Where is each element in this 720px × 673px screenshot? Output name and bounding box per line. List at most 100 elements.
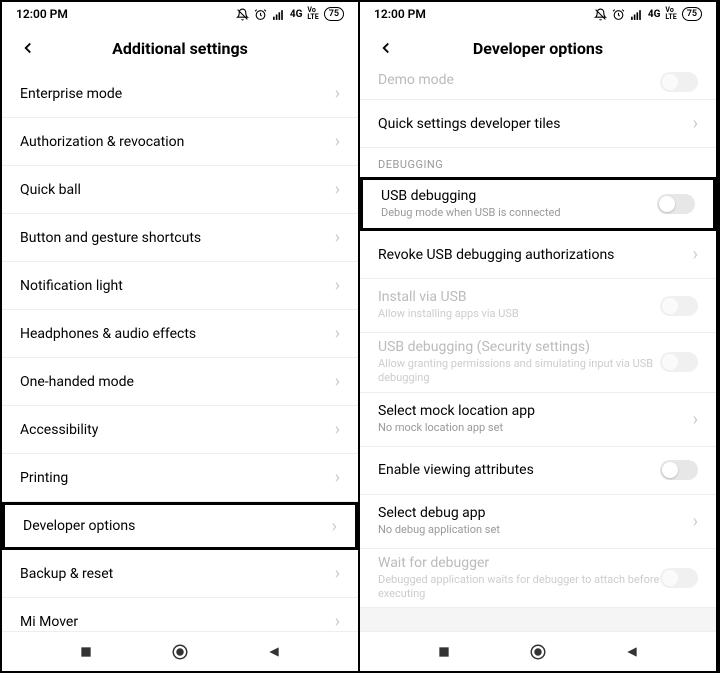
nav-home[interactable] — [528, 642, 548, 662]
back-button[interactable] — [374, 36, 398, 60]
signal-icon — [630, 8, 643, 21]
list-item-label: Headphones & audio effects — [20, 326, 196, 342]
nav-back[interactable] — [622, 642, 642, 662]
list-item-label: Select mock location app — [378, 403, 535, 419]
chevron-right-icon: › — [327, 563, 340, 584]
list-item-sublabel: Allow granting permissions and simulatin… — [378, 357, 660, 386]
section-header: DEBUGGING — [360, 148, 716, 177]
list-item[interactable]: Quick settings developer tiles › — [360, 100, 716, 148]
list-item[interactable]: USB debugging Debug mode when USB is conn… — [360, 177, 716, 231]
list-item: Demo mode — [360, 70, 716, 100]
network-label: 4G — [290, 9, 303, 20]
volte-label: VoLTE — [665, 7, 676, 21]
list-item[interactable]: Backup & reset › — [2, 550, 358, 598]
page-title: Additional settings — [2, 39, 358, 58]
list-item[interactable]: Notification light › — [2, 262, 358, 310]
battery-icon: 75 — [324, 7, 344, 21]
chevron-right-icon: › — [327, 323, 340, 344]
list-item: Wait for debugger Debugged application wa… — [360, 549, 716, 609]
toggle-switch — [660, 352, 698, 372]
list-item-label: Notification light — [20, 278, 123, 294]
list-item[interactable]: Quick ball› — [2, 166, 358, 214]
list-item-label: Enable viewing attributes — [378, 462, 534, 478]
status-bar: 12:00 PM 4G VoLTE 75 — [2, 2, 358, 26]
list-item-label: Quick settings developer tiles — [378, 116, 560, 132]
list-item-sublabel: Debugged application waits for debugger … — [378, 573, 660, 602]
chevron-right-icon: › — [327, 83, 340, 104]
list-item-label: USB debugging — [381, 188, 561, 204]
status-time: 12:00 PM — [374, 7, 426, 21]
settings-list: Demo mode Quick settings developer tiles ›… — [360, 70, 716, 631]
toggle-switch — [660, 296, 698, 316]
list-item-label: Backup & reset — [20, 566, 113, 582]
list-item-label: Select debug app — [378, 505, 500, 521]
list-item[interactable]: Mi Mover › — [2, 598, 358, 631]
chevron-right-icon: › — [327, 419, 340, 440]
list-item: Install via USBAllow installing apps via… — [360, 279, 716, 333]
list-item-sublabel: No mock location app set — [378, 421, 535, 435]
nav-bar — [360, 631, 716, 671]
list-item-label: USB debugging (Security settings) — [378, 339, 660, 355]
phone-right: 12:00 PM 4G VoLTE 75 Developer options D… — [360, 2, 718, 671]
list-item-sublabel: No debug application set — [378, 523, 500, 537]
list-item[interactable]: Button and gesture shortcuts› — [2, 214, 358, 262]
status-time: 12:00 PM — [16, 7, 68, 21]
chevron-right-icon: › — [327, 467, 340, 488]
list-item-label: Wait for debugger — [378, 555, 660, 571]
list-item[interactable]: Enable viewing attributes — [360, 447, 716, 495]
status-icons: 4G VoLTE 75 — [594, 7, 702, 21]
list-item[interactable]: Printing › — [2, 454, 358, 502]
chevron-right-icon: › — [327, 275, 340, 296]
list-item-sublabel: Debug mode when USB is connected — [381, 206, 561, 220]
list-item-label: Enterprise mode — [20, 86, 122, 102]
chevron-right-icon: › — [685, 511, 698, 532]
chevron-right-icon: › — [327, 371, 340, 392]
toggle-switch — [660, 568, 698, 588]
battery-icon: 75 — [682, 7, 702, 21]
list-item-label: One-handed mode — [20, 374, 134, 390]
toggle-switch[interactable] — [657, 194, 695, 214]
chevron-right-icon: › — [685, 113, 698, 134]
back-button[interactable] — [16, 36, 40, 60]
list-item[interactable]: Developer options › — [2, 502, 358, 550]
list-item[interactable]: Enterprise mode › — [2, 70, 358, 118]
alarm-icon — [254, 8, 267, 21]
list-item-label: Printing — [20, 470, 68, 486]
status-icons: 4G VoLTE 75 — [236, 7, 344, 21]
dnd-icon — [594, 8, 607, 21]
list-item-label: Quick ball — [20, 182, 81, 198]
list-item[interactable]: Accessibility› — [2, 406, 358, 454]
alarm-icon — [612, 8, 625, 21]
nav-recent[interactable] — [76, 642, 96, 662]
chevron-right-icon: › — [685, 244, 698, 265]
chevron-right-icon: › — [685, 409, 698, 430]
toggle-switch[interactable] — [660, 460, 698, 480]
network-label: 4G — [648, 9, 661, 20]
list-item[interactable]: One-handed mode › — [2, 358, 358, 406]
list-item-label: Mi Mover — [20, 614, 78, 630]
signal-icon — [272, 8, 285, 21]
list-item-label: Authorization & revocation — [20, 134, 184, 150]
nav-bar — [2, 631, 358, 671]
list-item[interactable]: Select debug app No debug application set… — [360, 495, 716, 549]
title-bar: Developer options — [360, 26, 716, 70]
toggle-switch — [660, 72, 698, 92]
chevron-right-icon: › — [327, 611, 340, 631]
dnd-icon — [236, 8, 249, 21]
nav-recent[interactable] — [434, 642, 454, 662]
chevron-right-icon: › — [324, 516, 337, 537]
list-item[interactable]: Authorization & revocation› — [2, 118, 358, 166]
nav-back[interactable] — [264, 642, 284, 662]
title-bar: Additional settings — [2, 26, 358, 70]
list-item-label: Developer options — [23, 518, 135, 534]
list-item: USB debugging (Security settings) Allow g… — [360, 333, 716, 393]
page-title: Developer options — [360, 39, 716, 58]
list-item-label: Revoke USB debugging authorizations — [378, 247, 614, 263]
list-item-label: Install via USB — [378, 289, 519, 305]
list-item[interactable]: Revoke USB debugging authorizations › — [360, 231, 716, 279]
list-item[interactable]: Headphones & audio effects › — [2, 310, 358, 358]
list-item-label: Demo mode — [378, 72, 454, 88]
phone-left: 12:00 PM 4G VoLTE 75 Additional settings… — [2, 2, 360, 671]
list-item[interactable]: Select mock location app No mock location… — [360, 393, 716, 447]
nav-home[interactable] — [170, 642, 190, 662]
